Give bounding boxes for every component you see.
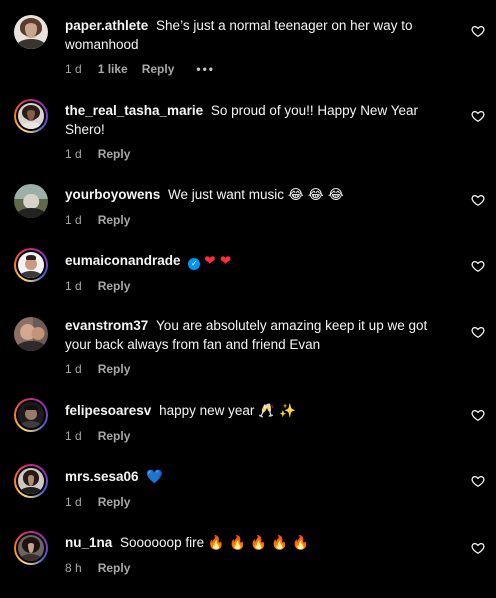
heart-outline-icon[interactable] — [471, 24, 485, 38]
more-options-icon[interactable]: ••• — [196, 61, 215, 77]
blue-heart-emoji-icon: 💙 — [146, 469, 164, 485]
comment-username[interactable]: the_real_tasha_marie — [65, 103, 207, 118]
reply-button[interactable]: Reply — [98, 494, 131, 510]
heart-outline-icon[interactable] — [471, 541, 485, 555]
comment-meta: 1 d Reply — [65, 361, 455, 377]
comment-body: yourboyowens We just want music 😂 😂 😂 1 … — [65, 185, 455, 228]
comment-meta: 1 d Reply — [65, 212, 455, 228]
heart-outline-icon[interactable] — [471, 109, 485, 123]
comment-like-count[interactable]: 1 like — [98, 61, 128, 77]
comment-text: Soooooop fire — [120, 535, 205, 550]
comment-body: paper.athlete She’s just a normal teenag… — [65, 16, 455, 77]
avatar[interactable] — [14, 99, 48, 133]
comment-body: nu_1na Soooooop fire 🔥 🔥 🔥 🔥 🔥 8 h Reply — [65, 533, 455, 576]
comment-meta: 1 d 1 like Reply ••• — [65, 61, 455, 77]
comment-timestamp: 1 d — [65, 362, 82, 376]
reply-button[interactable]: Reply — [98, 212, 131, 228]
comment-timestamp: 1 d — [65, 213, 82, 227]
comment-meta: 1 d Reply — [65, 146, 455, 162]
reply-button[interactable]: Reply — [98, 560, 131, 576]
comment-meta: 8 h Reply — [65, 560, 455, 576]
laughing-emoji-icon: 😂 😂 😂 — [287, 187, 344, 203]
comment-username[interactable]: paper.athlete — [65, 18, 152, 33]
comment-timestamp: 8 h — [65, 561, 82, 575]
comment-text: We just want music — [168, 187, 285, 202]
heart-outline-icon[interactable] — [471, 325, 485, 339]
comment-timestamp: 1 d — [65, 62, 82, 76]
avatar[interactable] — [14, 317, 48, 351]
comment-timestamp: 1 d — [65, 429, 82, 443]
comment-username[interactable]: nu_1na — [65, 535, 116, 550]
avatar[interactable] — [14, 398, 48, 432]
red-heart-emoji-icon: ❤ ❤ — [204, 253, 232, 269]
reply-button[interactable]: Reply — [142, 61, 175, 77]
reply-button[interactable]: Reply — [98, 428, 131, 444]
comment-username[interactable]: eumaiconandrade — [65, 253, 184, 268]
fire-emoji-icon: 🔥 🔥 🔥 🔥 🔥 — [207, 535, 310, 551]
heart-outline-icon[interactable] — [471, 474, 485, 488]
heart-outline-icon[interactable] — [471, 408, 485, 422]
avatar[interactable] — [14, 531, 48, 565]
comment-body: the_real_tasha_marie So proud of you!! H… — [65, 101, 455, 162]
heart-outline-icon[interactable] — [471, 259, 485, 273]
comment-body: mrs.sesa06 💙 1 d Reply — [65, 467, 455, 510]
comment-timestamp: 1 d — [65, 279, 82, 293]
comment-meta: 1 d Reply — [65, 494, 455, 510]
comment-body: eumaiconandrade ✓ ❤ ❤ 1 d Reply — [65, 251, 455, 294]
comment-meta: 1 d Reply — [65, 278, 455, 294]
reply-button[interactable]: Reply — [98, 278, 131, 294]
reply-button[interactable]: Reply — [98, 146, 131, 162]
reply-button[interactable]: Reply — [98, 361, 131, 377]
avatar[interactable] — [14, 184, 48, 218]
comment-username[interactable]: mrs.sesa06 — [65, 469, 142, 484]
comment-meta: 1 d Reply — [65, 428, 455, 444]
avatar[interactable] — [14, 464, 48, 498]
verified-badge-icon: ✓ — [188, 258, 201, 270]
comment-username[interactable]: yourboyowens — [65, 187, 164, 202]
heart-outline-icon[interactable] — [471, 193, 485, 207]
comment-timestamp: 1 d — [65, 495, 82, 509]
comment-body: evanstrom37 You are absolutely amazing k… — [65, 316, 455, 377]
comment-text: happy new year — [159, 403, 255, 418]
clinking-glasses-emoji-icon: 🥂 ✨ — [258, 403, 297, 419]
comment-timestamp: 1 d — [65, 147, 82, 161]
comment-username[interactable]: felipesoaresv — [65, 403, 155, 418]
avatar[interactable] — [14, 15, 48, 49]
avatar[interactable] — [14, 248, 48, 282]
comment-username[interactable]: evanstrom37 — [65, 318, 152, 333]
comment-body: felipesoaresv happy new year 🥂 ✨ 1 d Repl… — [65, 401, 455, 444]
